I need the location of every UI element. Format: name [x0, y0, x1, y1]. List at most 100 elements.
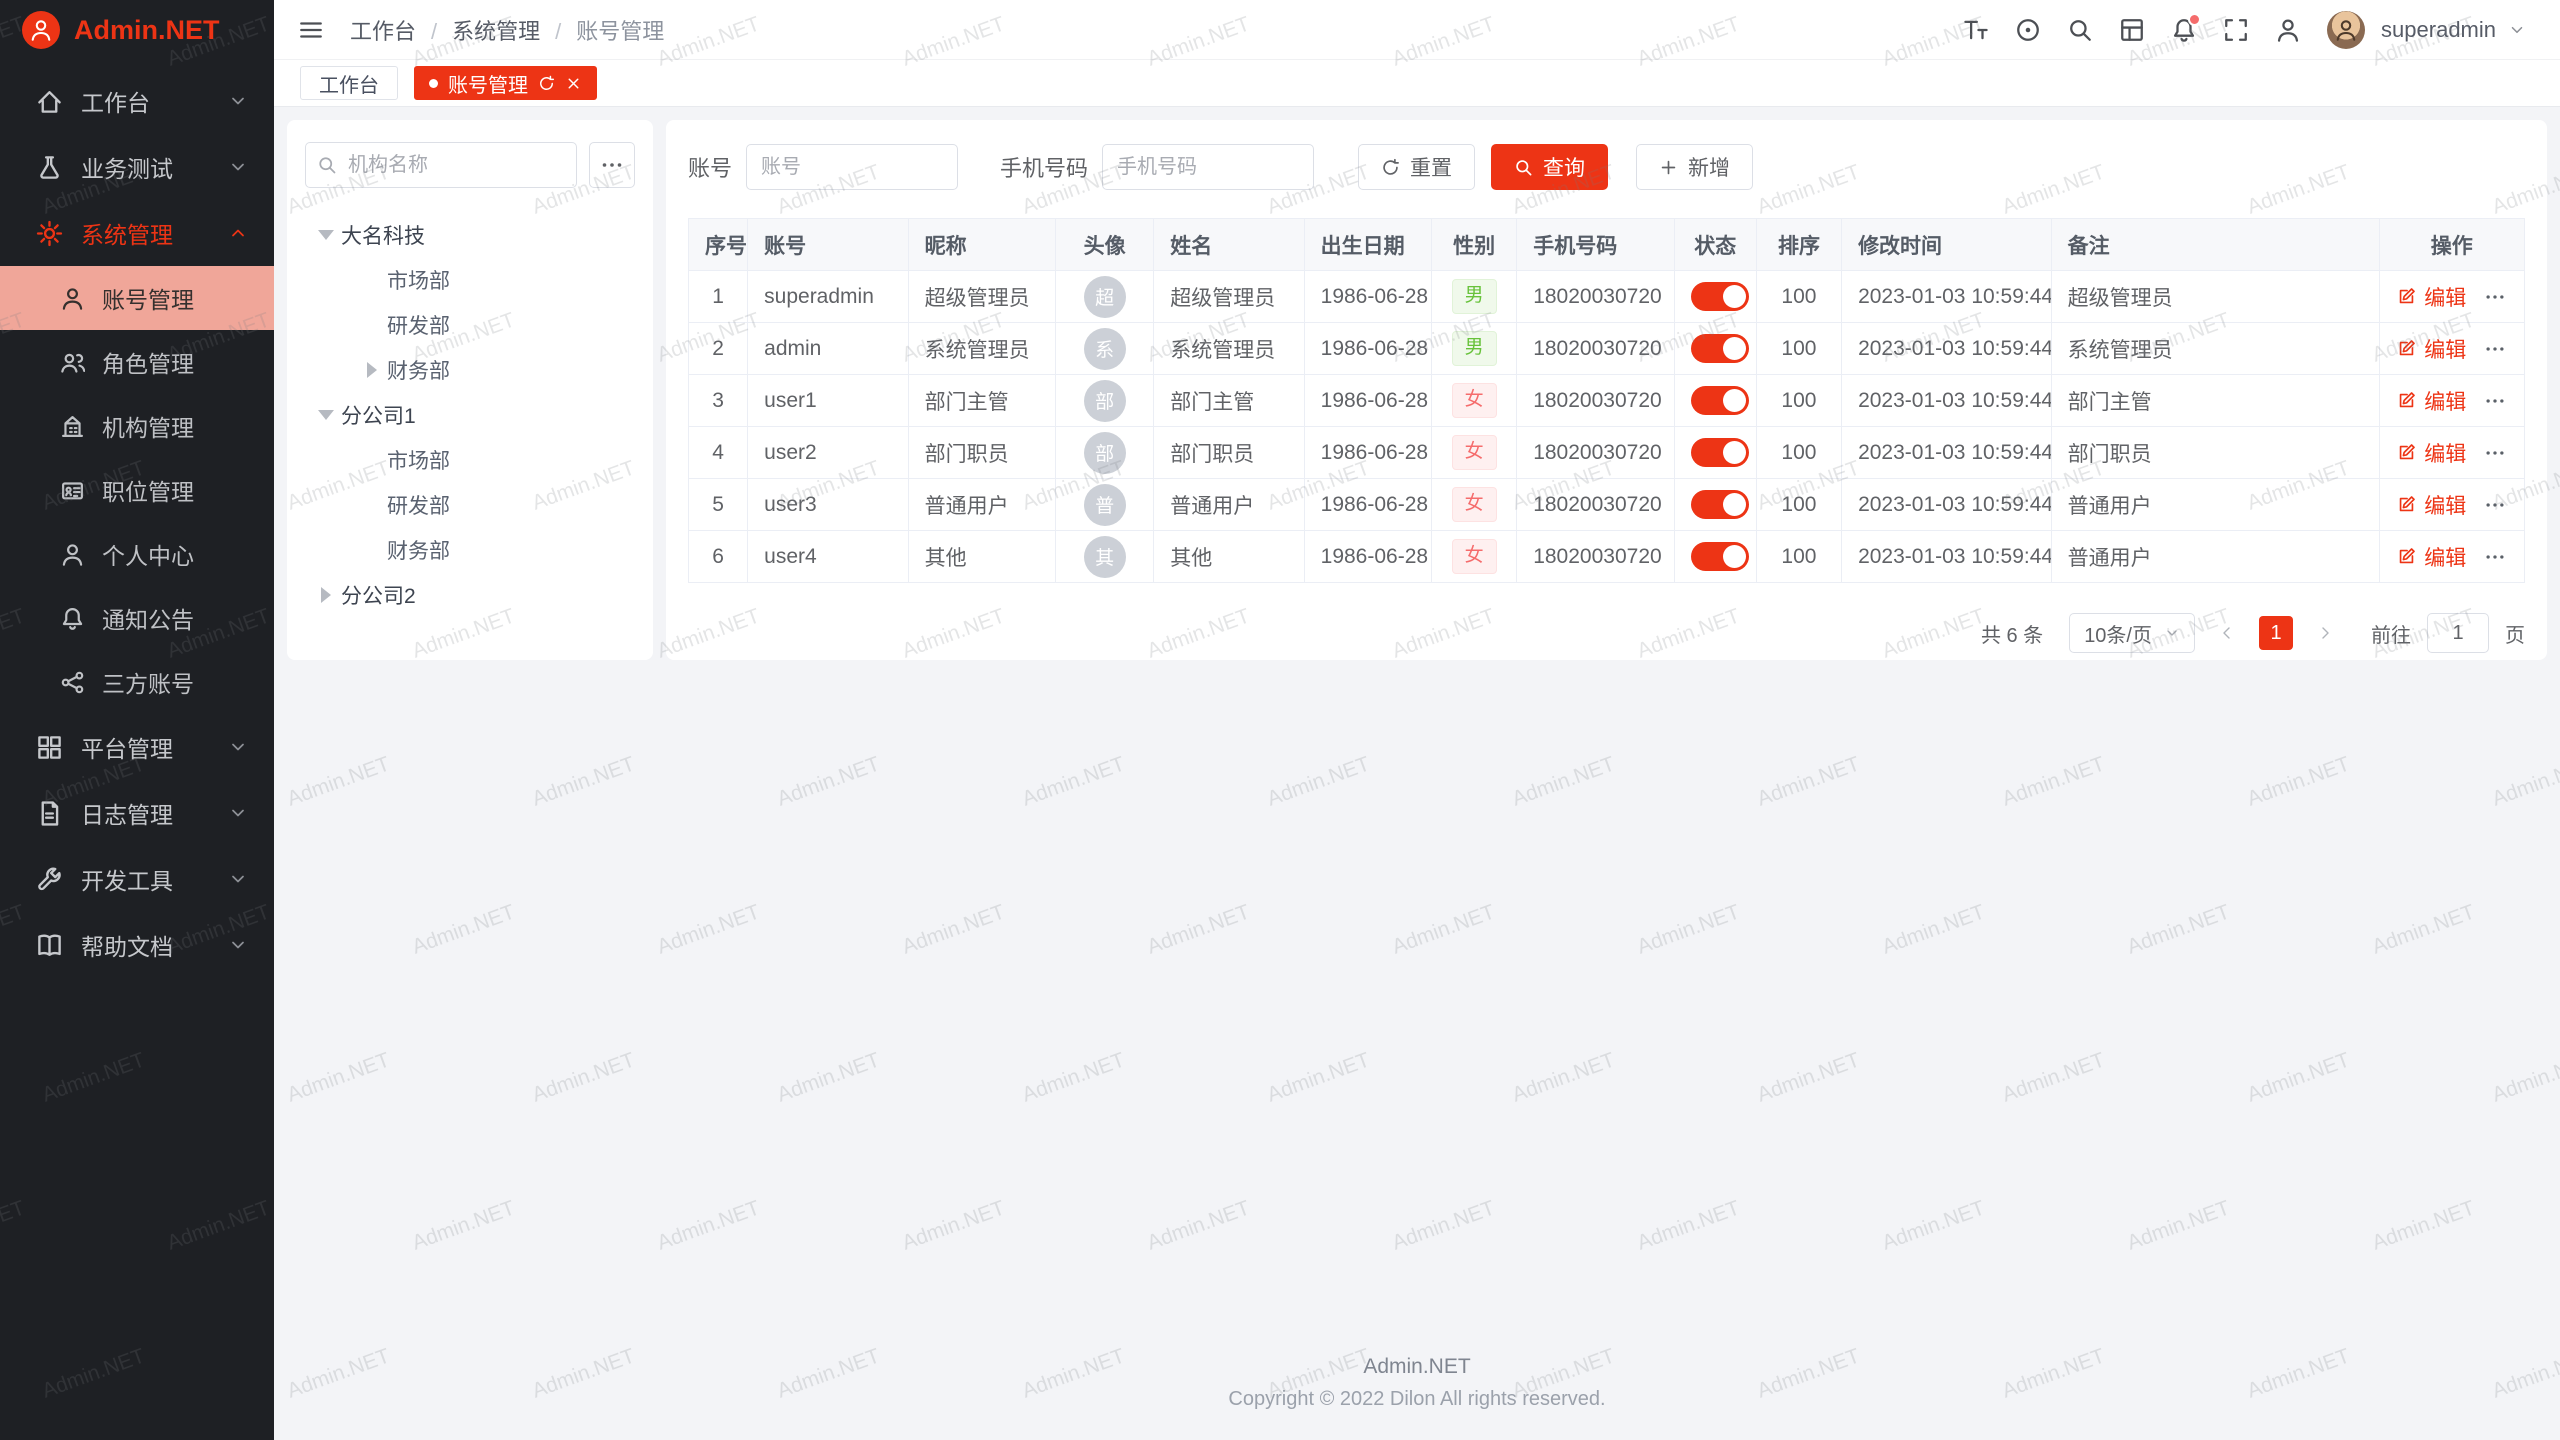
tab-account-management[interactable]: 账号管理	[414, 66, 597, 100]
sidebar-item-1[interactable]: 业务测试	[0, 134, 274, 200]
fullscreen-icon[interactable]	[2223, 17, 2249, 43]
gender-tag: 女	[1452, 539, 1497, 574]
tree-node-0[interactable]: 大名科技	[305, 212, 635, 257]
status-toggle[interactable]	[1691, 542, 1749, 571]
tree-node-6[interactable]: 研发部	[305, 482, 635, 527]
profile-icon[interactable]	[2275, 17, 2301, 43]
sidebar-item-0[interactable]: 工作台	[0, 68, 274, 134]
tab-close-icon[interactable]	[565, 75, 582, 92]
sidebar-item-4[interactable]: 日志管理	[0, 780, 274, 846]
tree-caret-icon[interactable]	[311, 220, 341, 250]
page-1-button[interactable]: 1	[2259, 616, 2293, 650]
sidebar-subitem-2-6[interactable]: 三方账号	[0, 650, 274, 714]
row-more-button[interactable]	[2484, 442, 2506, 464]
sidebar-item-5[interactable]: 开发工具	[0, 846, 274, 912]
tree-node-4[interactable]: 分公司1	[305, 392, 635, 437]
sidebar-item-2[interactable]: 系统管理	[0, 200, 274, 266]
cell-phone: 18020030720	[1517, 427, 1674, 479]
next-page-button[interactable]	[2309, 617, 2341, 649]
tab-refresh-icon[interactable]	[538, 75, 555, 92]
cell-sort: 100	[1756, 375, 1841, 427]
tree-node-2[interactable]: 研发部	[305, 302, 635, 347]
sidebar-subitem-2-5[interactable]: 通知公告	[0, 586, 274, 650]
sidebar-subitem-2-2[interactable]: 机构管理	[0, 394, 274, 458]
account-input[interactable]	[746, 144, 958, 190]
tree-caret-icon[interactable]	[311, 580, 341, 610]
row-more-button[interactable]	[2484, 338, 2506, 360]
status-toggle[interactable]	[1691, 282, 1749, 311]
page-unit-label: 页	[2505, 619, 2525, 648]
locale-icon[interactable]	[2015, 17, 2041, 43]
column-header-3: 头像	[1055, 219, 1153, 271]
edit-button[interactable]: 编辑	[2397, 334, 2466, 364]
cell-gender: 男	[1431, 271, 1516, 323]
tab-workbench[interactable]: 工作台	[300, 66, 398, 100]
cell-gender: 女	[1431, 479, 1516, 531]
sidebar-item-label: 系统管理	[81, 216, 173, 250]
status-toggle[interactable]	[1691, 438, 1749, 467]
cell-modified-time: 2023-01-03 10:59:44	[1842, 375, 2052, 427]
breadcrumb-item-workbench[interactable]: 工作台	[350, 14, 452, 46]
tree-node-7[interactable]: 财务部	[305, 527, 635, 572]
sidebar-item-6[interactable]: 帮助文档	[0, 912, 274, 978]
cell-status	[1674, 479, 1756, 531]
sidebar-subitem-2-1[interactable]: 角色管理	[0, 330, 274, 394]
tree-node-3[interactable]: 财务部	[305, 347, 635, 392]
row-more-button[interactable]	[2484, 546, 2506, 568]
org-search-input[interactable]	[305, 142, 577, 188]
row-more-button[interactable]	[2484, 286, 2506, 308]
search-button[interactable]: 查询	[1491, 144, 1608, 190]
sidebar-item-3[interactable]: 平台管理	[0, 714, 274, 780]
tree-caret-icon[interactable]	[357, 355, 387, 385]
topbar: 工作台 系统管理 账号管理 superadmin	[274, 0, 2560, 60]
cell-avatar: 普	[1055, 479, 1153, 531]
tree-node-8[interactable]: 分公司2	[305, 572, 635, 617]
cell-status	[1674, 427, 1756, 479]
edit-button[interactable]: 编辑	[2397, 542, 2466, 572]
edit-button[interactable]: 编辑	[2397, 386, 2466, 416]
footer-copyright: Copyright © 2022 Dilon All rights reserv…	[287, 1388, 2547, 1411]
cell-modified-time: 2023-01-03 10:59:44	[1842, 479, 2052, 531]
status-toggle[interactable]	[1691, 334, 1749, 363]
person-icon	[60, 542, 85, 567]
cell-gender: 女	[1431, 375, 1516, 427]
tree-node-1[interactable]: 市场部	[305, 257, 635, 302]
phone-input[interactable]	[1102, 144, 1314, 190]
edit-button[interactable]: 编辑	[2397, 490, 2466, 520]
goto-page-input[interactable]	[2427, 613, 2489, 653]
row-more-button[interactable]	[2484, 390, 2506, 412]
tree-caret-icon[interactable]	[311, 400, 341, 430]
tree-more-button[interactable]	[589, 142, 635, 188]
search-icon[interactable]	[2067, 17, 2093, 43]
notifications-button[interactable]	[2171, 17, 2197, 43]
font-size-icon[interactable]	[1963, 17, 1989, 43]
footer-title: Admin.NET	[287, 1355, 2547, 1379]
breadcrumb-item-system[interactable]: 系统管理	[452, 14, 576, 46]
reset-button[interactable]: 重置	[1358, 144, 1475, 190]
status-toggle[interactable]	[1691, 386, 1749, 415]
user-avatar[interactable]	[2327, 11, 2365, 49]
user-menu-chevron-icon[interactable]	[2508, 21, 2526, 39]
sidebar-subitem-label: 角色管理	[102, 345, 194, 379]
hamburger-menu-icon[interactable]	[298, 17, 324, 43]
status-toggle[interactable]	[1691, 490, 1749, 519]
edit-button[interactable]: 编辑	[2397, 438, 2466, 468]
page-size-value: 10条/页	[2084, 619, 2152, 648]
add-button[interactable]: 新增	[1636, 144, 1753, 190]
page-size-select[interactable]: 10条/页	[2069, 613, 2195, 653]
tree-node-5[interactable]: 市场部	[305, 437, 635, 482]
row-more-button[interactable]	[2484, 494, 2506, 516]
sidebar-subitem-2-4[interactable]: 个人中心	[0, 522, 274, 586]
cell-remark: 系统管理员	[2051, 323, 2379, 375]
sidebar-subitem-2-3[interactable]: 职位管理	[0, 458, 274, 522]
sidebar-subitem-2-0[interactable]: 账号管理	[0, 266, 274, 330]
cell-remark: 部门主管	[2051, 375, 2379, 427]
logo-icon	[22, 11, 60, 49]
edit-button[interactable]: 编辑	[2397, 282, 2466, 312]
username[interactable]: superadmin	[2381, 17, 2496, 43]
column-header-10: 修改时间	[1842, 219, 2052, 271]
column-header-12: 操作	[2379, 219, 2524, 271]
row-avatar: 部	[1084, 380, 1126, 422]
layout-settings-icon[interactable]	[2119, 17, 2145, 43]
prev-page-button[interactable]	[2211, 617, 2243, 649]
